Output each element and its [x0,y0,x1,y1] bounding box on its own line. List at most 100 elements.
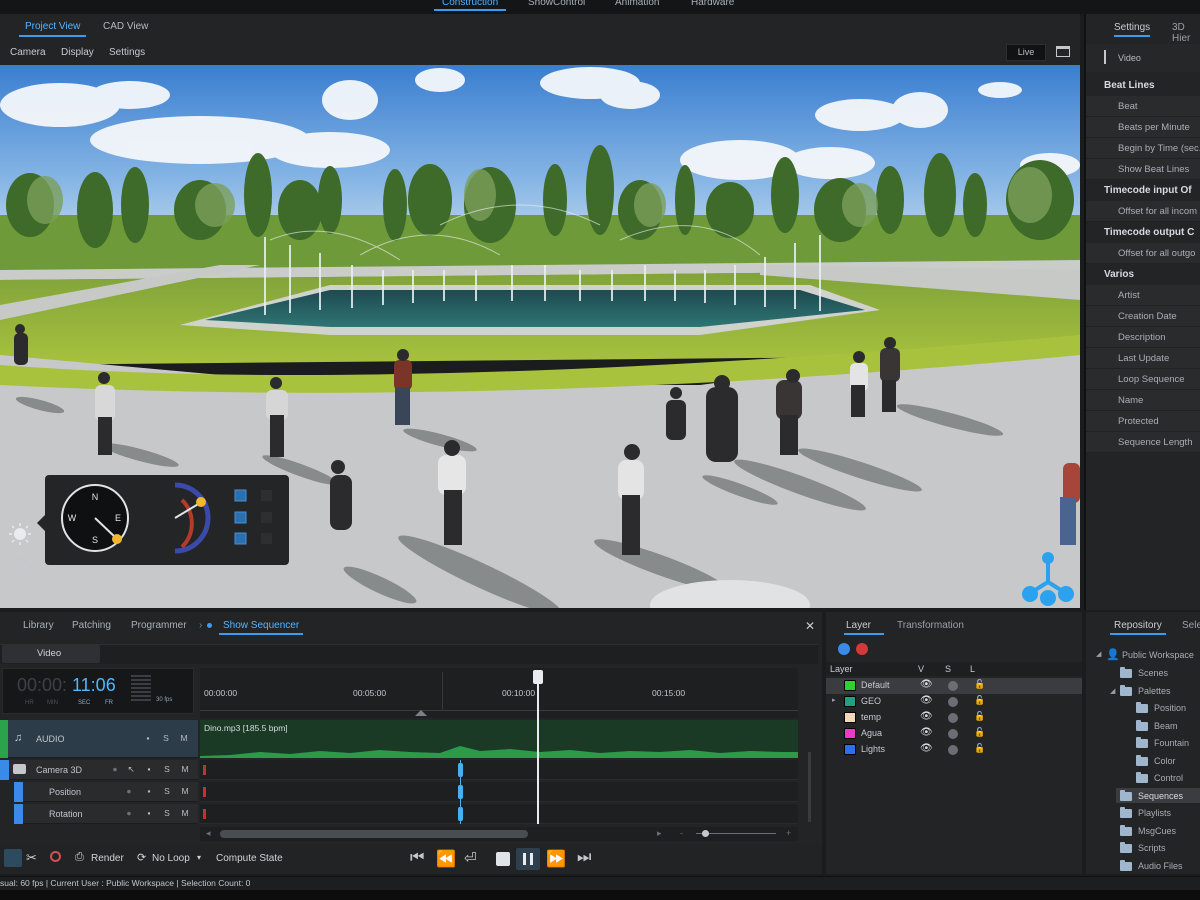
lock-icon[interactable]: ▪ [142,733,154,743]
mute-button[interactable]: M [179,764,191,774]
live-button[interactable]: Live [1006,44,1046,61]
maximize-icon[interactable] [1056,46,1070,57]
rewind-icon[interactable]: ⏪ [436,849,456,869]
mute-button[interactable]: M [178,733,190,743]
layer-lights[interactable]: Lights 👁 🔓 [826,742,1082,758]
repo-beam[interactable]: Beam [1154,721,1178,731]
render-button[interactable]: Render [91,853,124,864]
setting-bpm[interactable]: Beats per Minute [1086,117,1200,138]
position-timeline-lane[interactable] [200,782,798,802]
setting-loop-sequence[interactable]: Loop Sequence [1086,369,1200,390]
step-back-icon[interactable]: ⏎ [464,849,477,867]
sun-light-icon[interactable] [6,523,34,575]
compute-state-button[interactable]: Compute State [216,853,283,864]
close-icon[interactable]: ✕ [805,619,815,633]
tab-show-sequencer[interactable]: Show Sequencer [218,620,304,635]
setting-sequence-length[interactable]: Sequence Length [1086,432,1200,453]
lock-icon[interactable]: 🔓 [974,743,985,754]
lock-icon[interactable]: ▪ [143,786,155,796]
setting-description[interactable]: Description [1086,327,1200,348]
setting-show-beat-lines[interactable]: Show Beat Lines [1086,159,1200,180]
layer-default[interactable]: Default 👁 🔓 [826,678,1082,694]
lock-icon[interactable]: ▪ [143,764,155,774]
cursor-icon[interactable]: ↖ [125,764,137,775]
layer-temp[interactable]: temp 👁 🔓 [826,710,1082,726]
axis-gizmo-icon[interactable] [1020,550,1076,606]
layer-geo[interactable]: ▸ GEO 👁 🔓 [826,694,1082,710]
visibility-eye-icon[interactable]: 👁 [920,743,933,754]
chevron-down-icon[interactable]: ▾ [197,853,201,862]
mute-button[interactable]: M [179,786,191,796]
repo-scenes[interactable]: Scenes [1138,668,1168,678]
repo-audio-files[interactable]: Audio Files [1138,861,1183,871]
playhead-handle[interactable] [533,670,543,684]
lock-icon[interactable]: 🔓 [974,711,985,722]
zoom-out-icon[interactable]: - [680,828,683,838]
camera-timeline-lane[interactable] [200,760,798,780]
setting-beat[interactable]: Beat [1086,96,1200,117]
stop-icon[interactable] [496,852,510,866]
solo-button[interactable]: S [160,733,172,743]
horizontal-scrollbar[interactable]: ◂ ▸ - + [200,827,798,841]
audio-clip[interactable]: Dino.mp3 [185.5 bpm] [200,720,798,758]
tab-repository[interactable]: Repository [1114,620,1162,631]
skip-to-end-icon[interactable]: ⏭ [577,849,591,867]
tab-settings[interactable]: Settings [1114,22,1150,33]
track-position[interactable]: Position ● ▪ S M [23,782,198,802]
compass-panel[interactable]: N E S W [37,475,289,565]
scroll-thumb[interactable] [220,830,528,838]
zoom-in-icon[interactable]: + [786,828,791,838]
fast-forward-icon[interactable]: ⏩ [546,849,566,869]
lock-icon[interactable]: 🔓 [974,679,985,690]
lock-icon[interactable]: ▪ [143,808,155,818]
repo-playlists[interactable]: Playlists [1138,808,1171,818]
timeline-ruler[interactable]: 00:00:00 00:05:00 00:10:00 00:15:00 [200,668,798,718]
layers-add-icon[interactable] [838,643,850,655]
repo-palettes[interactable]: Palettes [1138,686,1171,696]
pause-button[interactable] [516,848,540,870]
repo-color[interactable]: Color [1154,756,1176,766]
solo-button[interactable]: S [161,764,173,774]
visibility-eye-icon[interactable]: 👁 [920,711,933,722]
repo-sequences[interactable]: Sequences [1138,791,1183,801]
repo-fountain[interactable]: Fountain [1154,738,1189,748]
vertical-scrollbar[interactable] [808,752,811,822]
record-dot-icon[interactable]: ● [123,786,135,796]
expand-arrow-icon[interactable]: ▸ [832,696,836,704]
setting-creation-date[interactable]: Creation Date [1086,306,1200,327]
solo-icon[interactable] [948,681,958,691]
menu-construction[interactable]: Construction [433,0,507,11]
solo-icon[interactable] [948,729,958,739]
magnet-icon[interactable] [4,849,22,867]
loop-dropdown[interactable]: No Loop [152,853,190,864]
visibility-eye-icon[interactable]: 👁 [920,727,933,738]
record-icon[interactable] [50,851,61,862]
tab-programmer[interactable]: Programmer [131,620,187,631]
repo-public-workspace[interactable]: Public Workspace [1122,650,1194,660]
record-dot-icon[interactable]: ● [123,808,135,818]
tab-3d-hierarchy[interactable]: 3D Hier [1172,22,1200,44]
playhead[interactable] [537,672,539,824]
solo-icon[interactable] [948,697,958,707]
setting-artist[interactable]: Artist [1086,285,1200,306]
tab-project-view[interactable]: Project View [18,21,87,37]
setting-name[interactable]: Name [1086,390,1200,411]
repo-control[interactable]: Control [1154,773,1183,783]
repo-position[interactable]: Position [1154,703,1186,713]
tab-cad-view[interactable]: CAD View [103,21,148,32]
tab-video[interactable]: Video [37,648,61,659]
menu-animation[interactable]: Animation [615,0,659,8]
repo-msgcues[interactable]: MsgCues [1138,826,1176,836]
track-rotation[interactable]: Rotation ● ▪ S M [23,804,198,824]
settings-menu[interactable]: Settings [109,47,145,58]
skip-to-start-icon[interactable]: ⏮ [410,849,424,867]
display-menu[interactable]: Display [61,47,94,58]
lock-icon[interactable]: 🔓 [974,695,985,706]
menu-showcontrol[interactable]: ShowControl [528,0,585,8]
setting-offset-outgoing[interactable]: Offset for all outgo [1086,243,1200,264]
tab-selection[interactable]: Sele [1182,620,1200,631]
tools-icon[interactable]: ✂ [26,850,37,866]
layer-agua[interactable]: Agua 👁 🔓 [826,726,1082,742]
solo-icon[interactable] [948,745,958,755]
camera-menu[interactable]: Camera [10,47,46,58]
